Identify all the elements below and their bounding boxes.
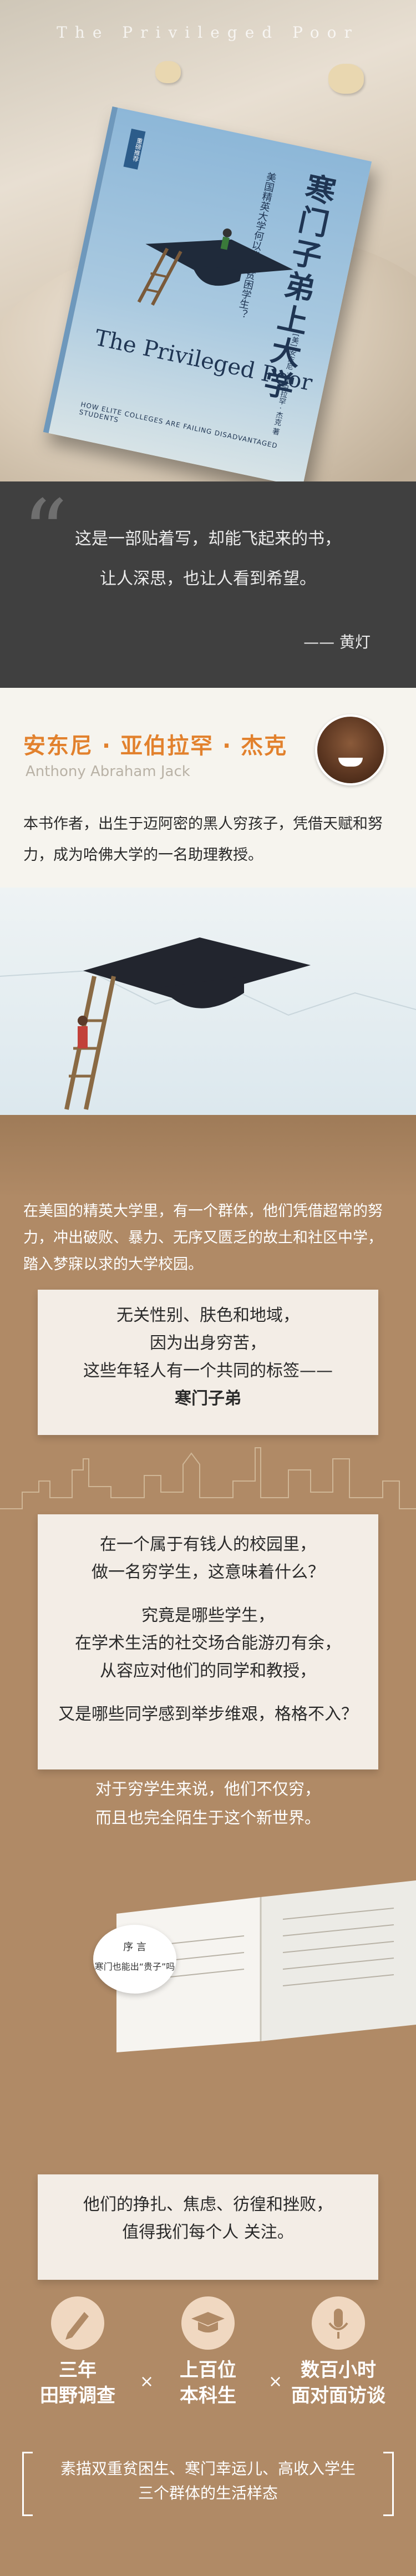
bracket-line-1: 素描双重贫困生、寒门幸运儿、高收入学生 [60,2460,356,2478]
page: The Privileged Poor 重磅推荐 寒门子弟上大学 美国精英大学何… [0,0,416,2576]
quote-line-1: 这是一部贴着写，却能飞起来的书， [75,529,341,549]
story-section: 在美国的精英大学里，有一个群体，他们凭借超常的努力，冲出破败、暴力、无序又匮乏的… [0,1115,416,2576]
author-name-cn: 安东尼 · 亚伯拉罕 · 杰克 [23,733,288,759]
author-bio: 本书作者，出生于迈阿密的黑人穷孩子，凭借天赋和努力，成为哈佛大学的一名助理教授。 [23,815,383,864]
card3-line1: 他们的挣扎、焦虑、彷徨和挫败， [83,2195,333,2214]
graduation-cap-icon [181,2296,235,2350]
city-skyline [0,1447,416,1509]
card1-line2: 因为出身穷苦， [150,1333,266,1353]
preface-bubble: 序 言 寒门也能出“贵子”吗 [93,1925,176,1994]
card2-q3: 又是哪些同学感到举步维艰，格格不入？ [58,1705,358,1724]
stat-interviews-label: 面对面访谈 [291,2385,385,2407]
author-name-en: Anthony Abraham Jack [26,763,190,780]
bubble-text: 寒门也能出“贵子”吗 [94,1961,175,1972]
graduation-cap-illustration [137,228,293,306]
stat-interviews-value: 数百小时 [301,2359,376,2381]
stat-students: 上百位 本科生 [153,2357,263,2408]
card1-line4: 寒门子弟 [175,1389,241,1408]
card2-q1b: 做一名穷学生，这意味着什么？ [92,1563,324,1582]
author-illustration [0,888,416,1115]
card1-line1: 无关性别、肤色和地域， [116,1306,300,1325]
pebble [155,61,181,83]
card1-line3: 这些年轻人有一个共同的标签—— [83,1361,333,1381]
graduation-cap-illustration [0,937,416,1110]
pebble [328,64,364,94]
quote-card-3: 他们的挣扎、焦虑、彷徨和挫败， 值得我们每个人 关注。 [38,2174,378,2280]
pen-icon [51,2296,104,2350]
quote-card-2: 在一个属于有钱人的校园里， 做一名穷学生，这意味着什么？ 究竟是哪些学生， 在学… [38,1514,378,1769]
after-text-1: 对于穷学生来说，他们不仅穷， [95,1779,321,1798]
card2-q2a: 究竟是哪些学生， [141,1606,275,1625]
card3-line2: 值得我们每个人 关注。 [122,2223,294,2242]
stat-interviews: 数百小时 面对面访谈 [283,2357,394,2408]
stat-students-label: 本科生 [180,2385,236,2407]
stat-fieldwork-value: 三年 [59,2359,97,2381]
card2-q1a: 在一个属于有钱人的校园里， [100,1535,316,1554]
quote-line-2: 让人深思，也让人看到希望。 [100,569,316,589]
author-section: 安东尼 · 亚伯拉罕 · 杰克 Anthony Abraham Jack 本书作… [0,688,416,1115]
quote-author: —— 黄灯 [303,633,371,651]
microphone-icon [312,2296,365,2350]
hero-top-title: The Privileged Poor [57,23,359,42]
times-sign: × [140,2372,154,2391]
card2-q2b: 在学术生活的社交场合能游刃有余， [75,1634,341,1653]
book-badge: 重磅推荐 [123,128,146,170]
bracket-line-2: 三个群体的生活样态 [138,2484,278,2502]
stat-students-value: 上百位 [180,2359,236,2381]
quote-card-1: 无关性别、肤色和地域， 因为出身穷苦， 这些年轻人有一个共同的标签—— 寒门子弟 [38,1290,378,1435]
quote-band: “ 这是一部贴着写，却能飞起来的书， 让人深思，也让人看到希望。 —— 黄灯 [0,481,416,688]
avatar [315,714,386,785]
stat-fieldwork: 三年 田野调查 [22,2357,133,2408]
stat-fieldwork-label: 田野调查 [40,2385,115,2407]
times-sign: × [268,2372,283,2391]
intro-paragraph: 在美国的精英大学里，有一个群体，他们凭借超常的努力，冲出破败、暴力、无序又匮乏的… [23,1203,383,1273]
after-text-2: 而且也完全陌生于这个新世界。 [95,1808,321,1827]
card2-q2c: 从容应对他们的同学和教授， [100,1661,316,1681]
bubble-title: 序 言 [123,1941,146,1953]
hero-banner: The Privileged Poor 重磅推荐 寒门子弟上大学 美国精英大学何… [0,0,416,481]
campus-backdrop [0,1115,416,1198]
